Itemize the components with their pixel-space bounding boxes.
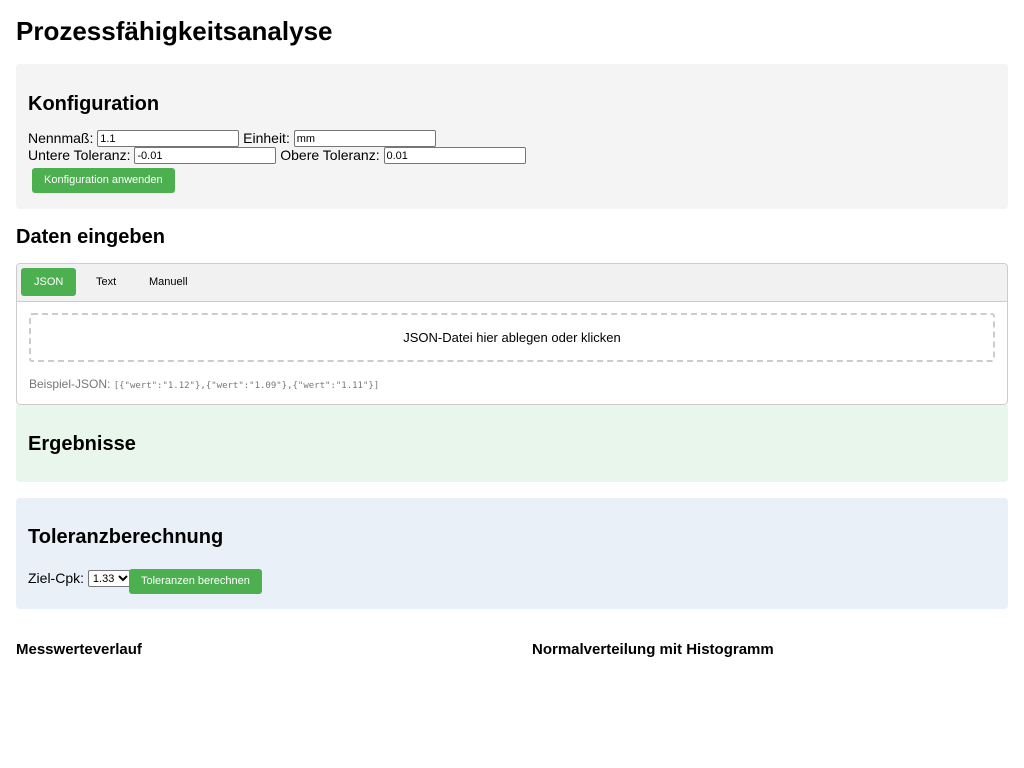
results-title: Ergebnisse [28,433,136,455]
data-input-title: Daten eingeben [16,226,165,248]
untere-toleranz-input[interactable] [134,147,277,164]
cpk-select[interactable]: 1.33 [87,570,132,587]
einheit-input[interactable] [293,130,436,147]
untere-toleranz-label: Untere Toleranz: [28,147,131,163]
json-example-code: [{"wert":"1.12"},{"wert":"1.09"},{"wert"… [113,381,380,391]
config-panel: Konfiguration Nennmaß: Einheit: Untere T… [16,64,1008,209]
normal-chart-title: Normalverteilung mit Histogramm [532,641,774,658]
config-row-1: Nennmaß: Einheit: [28,130,436,147]
tab-json[interactable]: JSON [21,268,77,296]
config-title: Konfiguration [28,93,160,115]
tab-manuell[interactable]: Manuell [136,268,201,296]
results-panel: Ergebnisse [16,405,1008,482]
tolerance-title: Toleranzberechnung [28,526,224,548]
input-tabbar: JSON Text Manuell [17,264,1007,302]
tolerance-panel: Toleranzberechnung Ziel-Cpk: 1.33 Tolera… [16,498,1008,609]
obere-toleranz-label: Obere Toleranz: [280,147,380,163]
config-row-2: Untere Toleranz: Obere Toleranz: [28,147,526,164]
nennmass-input[interactable] [97,130,240,147]
trend-chart-title: Messwerteverlauf [16,641,142,658]
tab-text[interactable]: Text [83,268,129,296]
json-dropzone[interactable]: JSON-Datei hier ablegen oder klicken [29,313,995,362]
obere-toleranz-input[interactable] [383,147,526,164]
nennmass-label: Nennmaß: [28,130,94,146]
cpk-row: Ziel-Cpk: 1.33 [28,570,132,587]
json-example: Beispiel-JSON: [{"wert":"1.12"},{"wert":… [29,377,379,391]
data-input-box: JSON Text Manuell JSON-Datei hier ablege… [16,263,1008,405]
cpk-label: Ziel-Cpk: [28,570,85,586]
apply-config-button[interactable]: Konfiguration anwenden [32,168,175,193]
calc-tolerance-button[interactable]: Toleranzen berechnen [129,569,262,594]
json-example-label: Beispiel-JSON: [29,377,111,391]
page-title: Prozessfähigkeitsanalyse [16,16,333,46]
einheit-label: Einheit: [243,130,290,146]
